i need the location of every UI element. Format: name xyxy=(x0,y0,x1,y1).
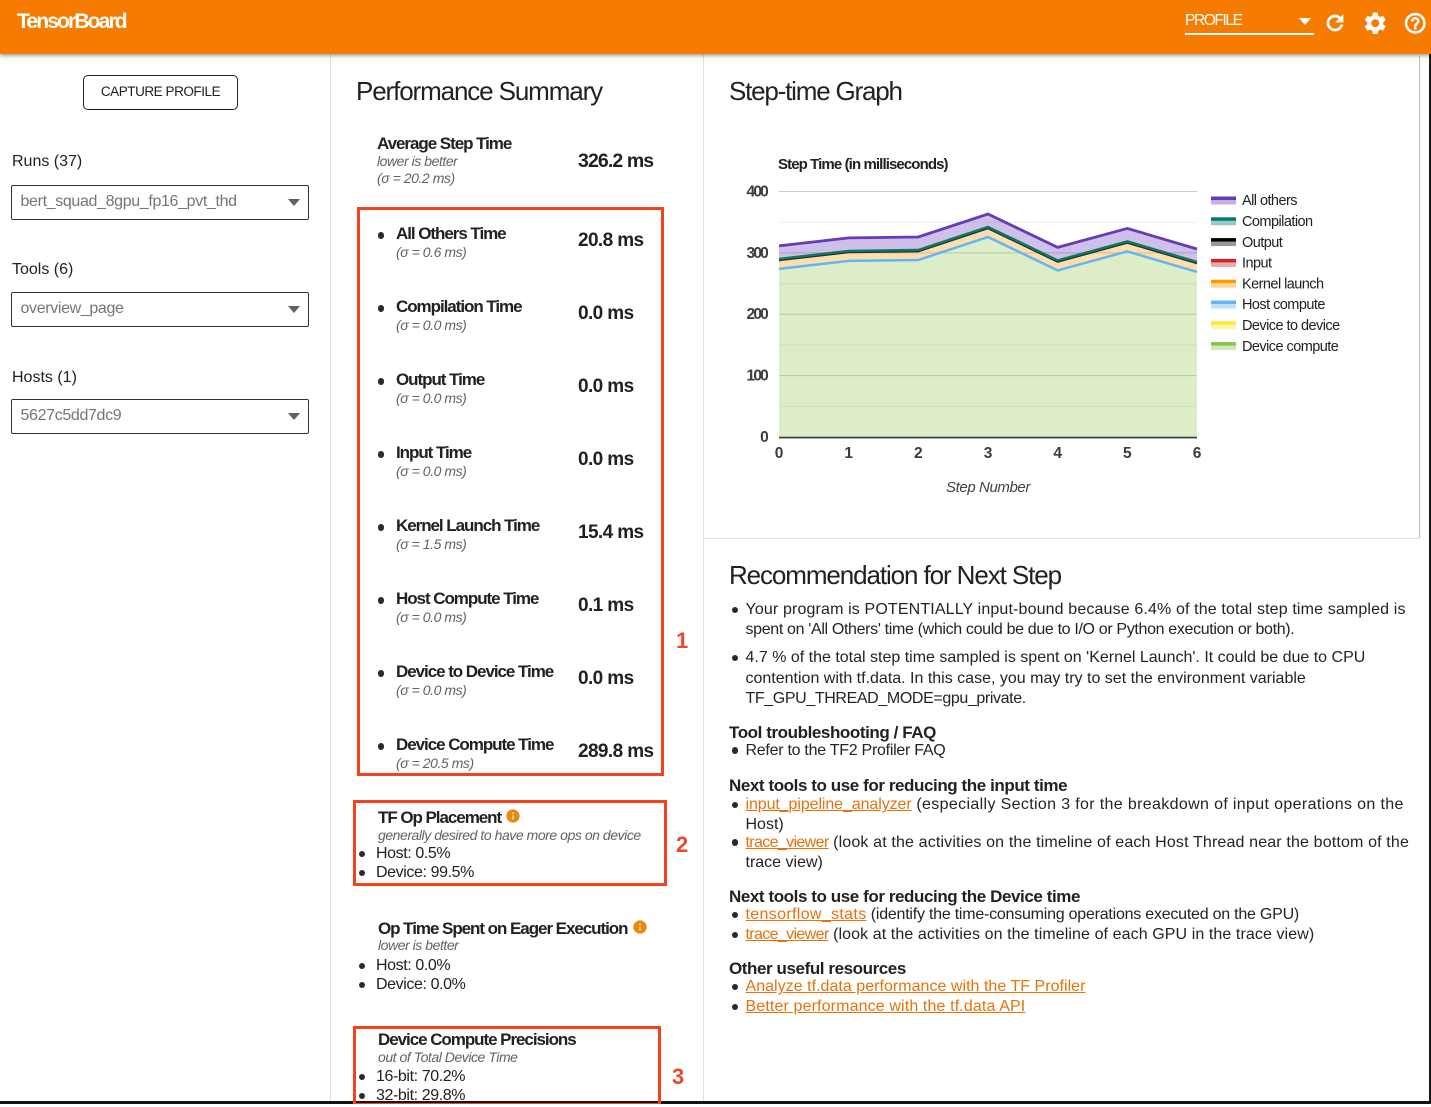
svg-text:300: 300 xyxy=(747,245,769,262)
svg-text:Step Time (in milliseconds): Step Time (in milliseconds) xyxy=(778,156,949,173)
svg-text:Output: Output xyxy=(1242,235,1283,251)
svg-text:5: 5 xyxy=(1123,445,1132,462)
svg-text:4: 4 xyxy=(1053,445,1062,462)
svg-text:Kernel launch: Kernel launch xyxy=(1242,276,1324,292)
svg-text:0: 0 xyxy=(775,445,784,462)
svg-text:Host compute: Host compute xyxy=(1242,297,1325,313)
svg-text:400: 400 xyxy=(747,184,769,201)
svg-text:3: 3 xyxy=(984,445,993,462)
svg-text:0: 0 xyxy=(760,429,768,446)
svg-text:All others: All others xyxy=(1242,193,1297,209)
svg-text:200: 200 xyxy=(747,306,769,323)
svg-text:6: 6 xyxy=(1193,445,1202,462)
svg-text:1: 1 xyxy=(844,445,853,462)
svg-text:Step Number: Step Number xyxy=(946,479,1031,496)
svg-text:Input: Input xyxy=(1242,256,1272,272)
svg-text:100: 100 xyxy=(747,368,769,385)
svg-text:Device compute: Device compute xyxy=(1242,339,1339,355)
svg-text:Device to device: Device to device xyxy=(1242,318,1340,334)
svg-text:2: 2 xyxy=(914,445,923,462)
svg-text:Compilation: Compilation xyxy=(1242,214,1313,230)
